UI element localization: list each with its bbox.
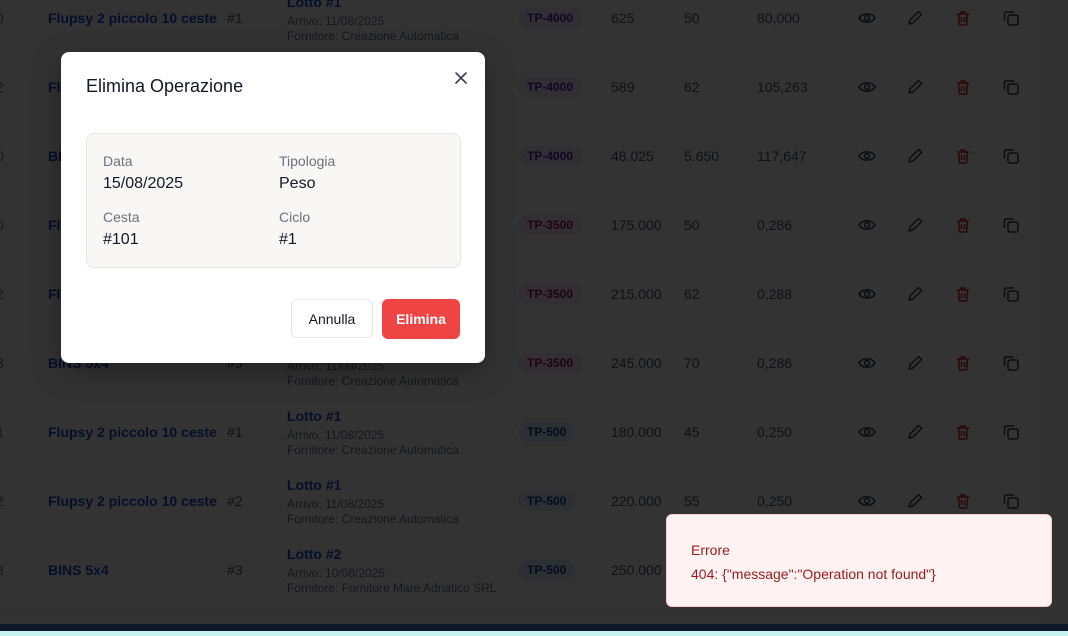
cesta-label: Cesta: [103, 209, 140, 225]
close-icon[interactable]: [450, 67, 472, 89]
operation-summary: Data 15/08/2025 Tipologia Peso Cesta #10…: [86, 133, 461, 268]
ciclo-label: Ciclo: [279, 209, 311, 225]
delete-operation-dialog: Elimina Operazione Data 15/08/2025 Tipol…: [61, 52, 485, 363]
toast-message: 404: {"message":"Operation not found"}: [691, 566, 936, 582]
data-label: Data: [103, 153, 133, 169]
toast-title: Errore: [691, 542, 730, 558]
cancel-button[interactable]: Annulla: [291, 299, 373, 338]
cesta-value: #101: [103, 231, 139, 248]
dialog-title: Elimina Operazione: [86, 76, 244, 96]
bottom-bar-edge: [0, 631, 1068, 636]
tipologia-value: Peso: [279, 175, 316, 192]
error-toast[interactable]: Errore 404: {"message":"Operation not fo…: [666, 514, 1052, 607]
tipologia-label: Tipologia: [279, 153, 336, 169]
delete-button[interactable]: Elimina: [382, 299, 460, 339]
data-value: 15/08/2025: [103, 175, 184, 192]
ciclo-value: #1: [279, 231, 297, 248]
